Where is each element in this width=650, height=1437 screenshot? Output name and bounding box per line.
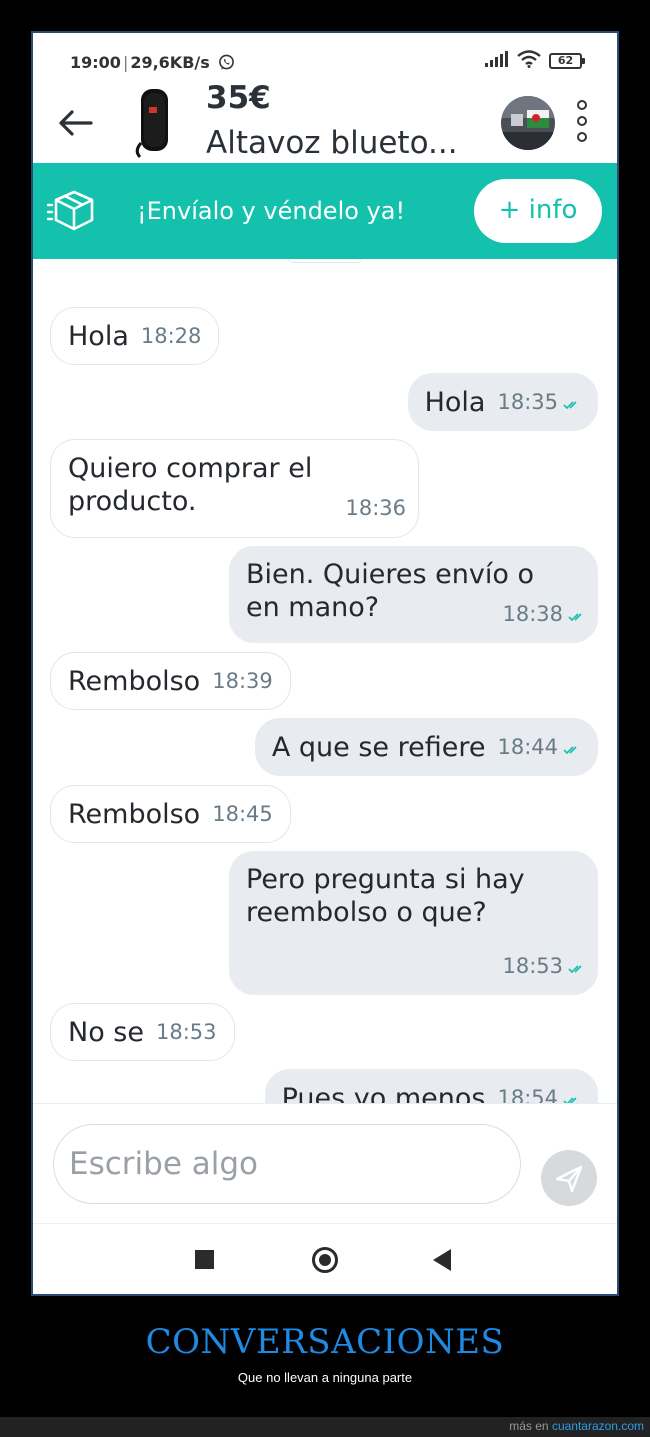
phone-screen: 19:00 | 29,6KB/s 62 35€ Altavoz blueto..… [33,33,617,1294]
battery-level: 62 [557,54,574,67]
message-text: Rembolso [68,798,201,830]
message-bubble-incoming[interactable]: Rembolso 18:45 [50,785,291,843]
message-input[interactable]: Escribe algo [53,1124,521,1204]
back-button[interactable] [53,100,99,146]
site-footer: más en cuantarazon.com [0,1417,650,1437]
time-value: 18:38 [502,602,563,626]
time-value: 18:54 [497,1085,558,1104]
recents-button[interactable] [195,1250,214,1269]
read-check-icon [568,965,582,974]
back-arrow-icon [59,110,93,136]
message-bubble-outgoing[interactable]: Pero pregunta si hay reembolso o que? 18… [229,851,598,995]
status-time: 19:00 [70,53,121,72]
kebab-dot [577,132,587,142]
caption-subtitle: Que no llevan a ninguna parte [237,1370,413,1385]
message-text: Pues yo menos [281,1082,486,1104]
footer-prefix: más en [509,1419,549,1433]
read-check-icon [568,613,582,622]
message-composer: Escribe algo [33,1103,617,1224]
shipping-banner: ¡Envíalo y véndelo ya! + info [33,163,617,259]
banner-text: ¡Envíalo y véndelo ya! [137,197,406,225]
message-bubble-incoming[interactable]: Quiero comprar el producto. 18:36 [50,439,419,538]
message-time: 18:45 [212,801,273,826]
kebab-dot [577,100,587,110]
system-back-button[interactable] [433,1249,451,1271]
product-title[interactable]: Altavoz blueto... [206,125,458,161]
footer-site-link[interactable]: cuantarazon.com [552,1419,644,1433]
message-bubble-incoming[interactable]: No se 18:53 [50,1003,235,1061]
product-price: 35€ [206,80,271,116]
read-check-icon [563,745,577,754]
status-right: 62 [485,50,585,72]
message-text: Quiero comprar el producto. [68,453,313,517]
message-time: 18:38 [502,598,586,631]
message-time: 18:54 [497,1082,581,1104]
message-text: Rembolso [68,665,201,697]
signal-icon [485,51,509,71]
box-icon [46,189,97,237]
footer-text: más en cuantarazon.com [509,1419,644,1433]
chat-header: 35€ Altavoz blueto... [33,80,617,163]
seller-avatar[interactable] [501,96,555,150]
message-bubble-outgoing[interactable]: Bien. Quieres envío o en mano? 18:38 [229,546,598,643]
product-thumbnail[interactable] [132,85,176,160]
message-bubble-outgoing[interactable]: Pues yo menos 18:54 [264,1069,598,1104]
message-time: 18:36 [345,496,406,520]
read-check-icon [563,1096,577,1103]
read-check-icon [563,400,577,409]
wifi-icon [517,50,541,72]
status-left: 19:00 | 29,6KB/s [70,53,235,75]
message-time: 18:44 [497,731,581,764]
status-bar: 19:00 | 29,6KB/s 62 [33,33,617,88]
message-list[interactable]: Hola 18:28 Hola 18:35 Quiero comprar el … [33,259,617,1103]
send-icon [555,1165,583,1193]
message-text: Pero pregunta si hay reembolso o que? [246,864,525,928]
time-value: 18:35 [497,389,558,414]
network-speed: 29,6KB/s [130,53,210,72]
kebab-dot [577,116,587,126]
message-text: Hola [424,386,486,418]
previous-message-edge [288,259,362,263]
message-text: A que se refiere [271,731,486,763]
message-text: No se [68,1016,144,1048]
message-bubble-incoming[interactable]: Hola 18:28 [50,307,220,365]
home-button[interactable] [312,1247,338,1273]
send-button[interactable] [541,1150,597,1206]
android-nav-bar [33,1223,617,1294]
message-bubble-outgoing[interactable]: Hola 18:35 [407,373,598,431]
battery-icon: 62 [549,53,585,69]
info-button[interactable]: + info [474,179,602,243]
message-bubble-incoming[interactable]: Rembolso 18:39 [50,652,291,710]
message-bubble-outgoing[interactable]: A que se refiere 18:44 [254,718,598,776]
caption-title: CONVERSACIONES [145,1322,505,1362]
time-value: 18:53 [502,954,563,978]
message-time: 18:53 [502,950,586,983]
kebab-menu-icon[interactable] [570,100,594,144]
message-time: 18:28 [140,323,202,348]
status-separator: | [122,53,129,72]
message-time: 18:39 [212,668,273,693]
whatsapp-icon [218,54,235,75]
message-text: Hola [68,320,129,352]
time-value: 18:44 [497,734,558,759]
message-time: 18:53 [155,1019,217,1044]
message-time: 18:35 [497,386,581,419]
